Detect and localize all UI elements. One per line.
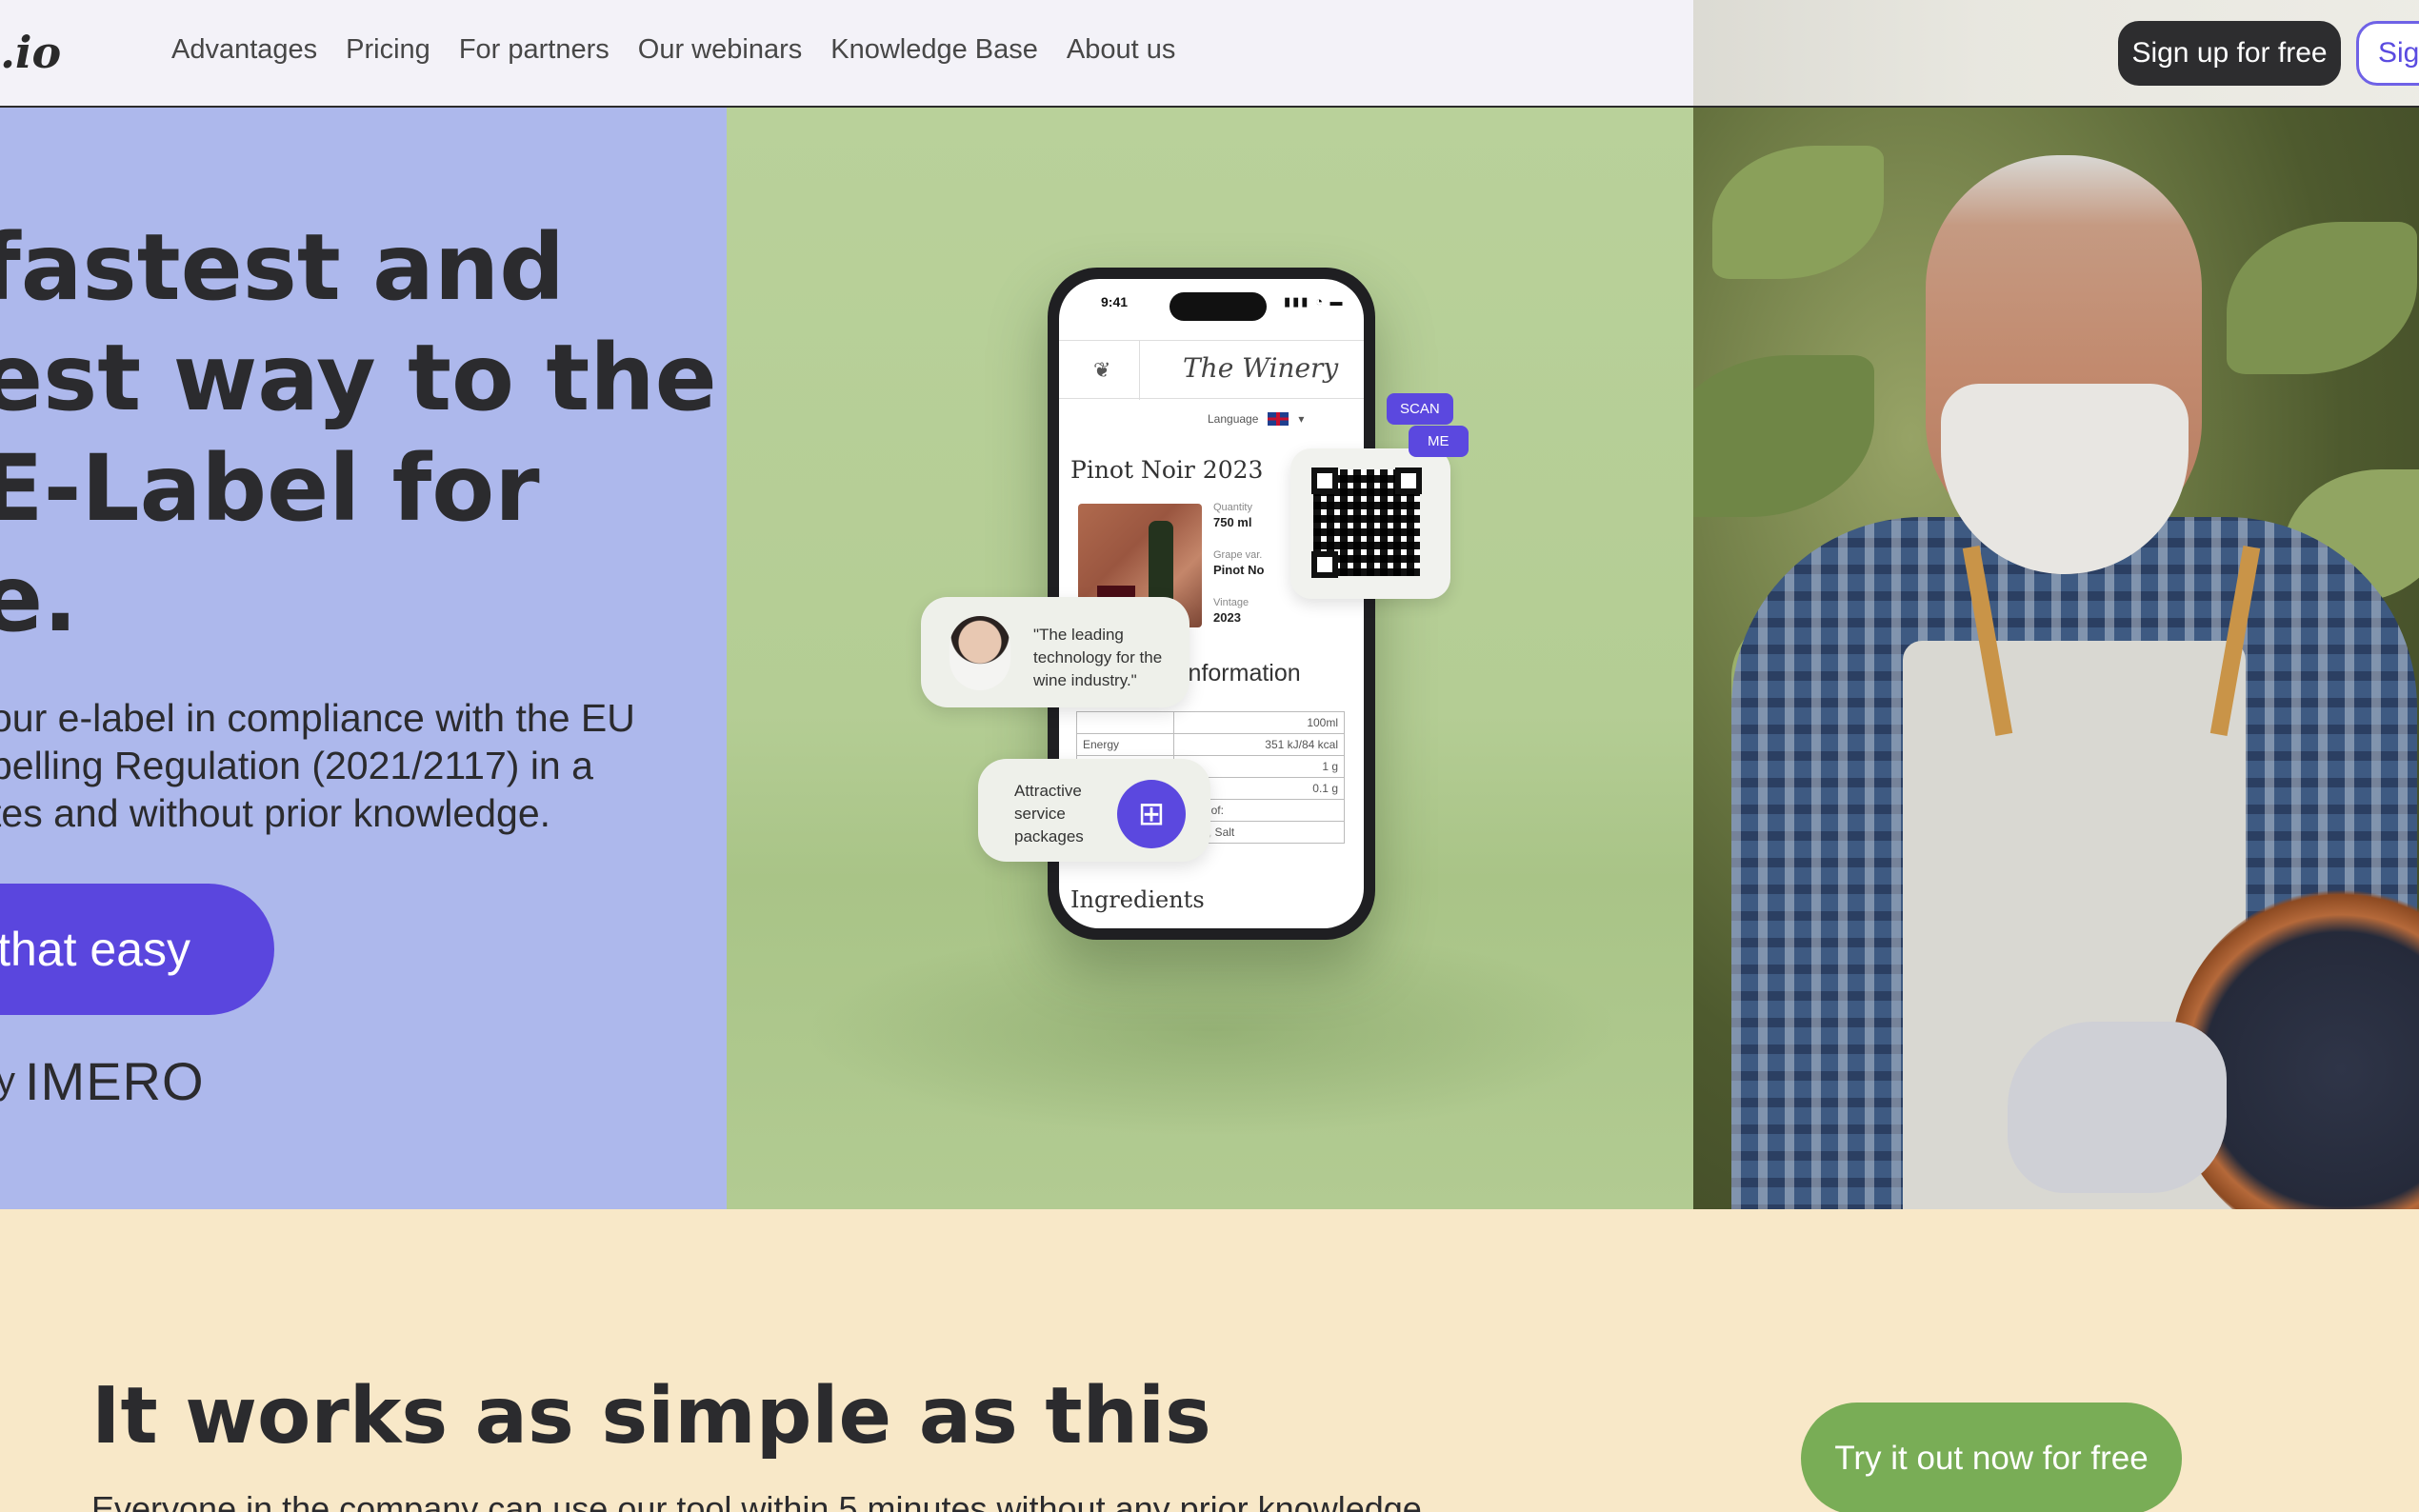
vine-leaf	[1693, 355, 1874, 517]
service-line: packages	[1014, 827, 1084, 846]
site-logo[interactable]: .io	[0, 27, 61, 78]
nav-link-for-partners[interactable]: For partners	[459, 34, 610, 66]
status-icons: ▮▮▮ ◔ ▬	[1284, 294, 1345, 308]
avatar	[950, 616, 1010, 690]
brand-byline: y IMERO	[0, 1050, 205, 1112]
meta-label: Quantity	[1213, 502, 1252, 513]
language-selector[interactable]: Language ▾	[1208, 412, 1304, 426]
service-line: Attractive	[1014, 782, 1082, 800]
nav-link-our-webinars[interactable]: Our webinars	[638, 34, 802, 66]
table-cell	[1076, 711, 1174, 734]
section-subtitle: Everyone in the company can use our tool…	[91, 1489, 1431, 1512]
hero-subtitle: our e-label in compliance with the EU pe…	[0, 694, 714, 837]
winery-header: ❦ The Winery	[1059, 340, 1364, 400]
service-packages-card: Attractive service packages ⊞	[978, 759, 1210, 862]
try-free-button[interactable]: Try it out now for free	[1801, 1403, 2182, 1512]
vine-leaf	[1712, 146, 1884, 279]
dynamic-island	[1170, 292, 1267, 321]
service-line: service	[1014, 805, 1066, 823]
hero-subtitle-line: tes and without prior knowledge.	[0, 791, 551, 835]
quote-line: "The leading	[1033, 626, 1124, 644]
table-cell: 351 kJ/84 kcal	[1172, 733, 1346, 756]
section-title: It works as simple as this	[91, 1371, 1211, 1462]
language-label: Language	[1208, 412, 1259, 426]
hero-subtitle-line: pelling Regulation (2021/2117) in a	[0, 744, 593, 787]
nav-link-knowledge-base[interactable]: Knowledge Base	[830, 34, 1038, 66]
nav-link-about-us[interactable]: About us	[1067, 34, 1175, 66]
information-heading: information	[1183, 660, 1301, 686]
meta-label: Vintage	[1213, 597, 1249, 608]
signup-button[interactable]: Sign up for free	[2118, 21, 2341, 86]
imero-logo[interactable]: IMERO	[25, 1050, 205, 1112]
vine-leaf	[2227, 222, 2417, 374]
table-cell: 100ml	[1172, 711, 1346, 734]
grid-icon: ⊞	[1137, 796, 1166, 832]
ingredients-heading: Ingredients	[1070, 886, 1205, 913]
winemaker-photo	[1693, 108, 2419, 1209]
hero-subtitle-line: our e-label in compliance with the EU	[0, 696, 635, 740]
hero-phone-panel: 9:41 ▮▮▮ ◔ ▬ ❦ The Winery Language ▾ Pin…	[727, 108, 1693, 1209]
table-row: 100ml	[1076, 711, 1346, 734]
hero-title-line: e.	[0, 546, 78, 652]
qr-corner-marker	[1311, 551, 1338, 578]
nav-link-pricing[interactable]: Pricing	[346, 34, 430, 66]
testimonial-card: "The leading technology for the wine ind…	[921, 597, 1190, 707]
hero-title: fastest and est way to the E-Label for e…	[0, 212, 717, 654]
quote-line: wine industry."	[1033, 671, 1137, 689]
qr-corner-marker	[1395, 468, 1422, 494]
qr-code-card	[1290, 448, 1450, 599]
hero-text-panel: fastest and est way to the E-Label for e…	[0, 108, 727, 1209]
signin-button[interactable]: Sign	[2356, 21, 2419, 86]
byline-prefix: y	[0, 1060, 15, 1102]
header-divider	[1139, 341, 1140, 400]
scan-badge: SCAN	[1387, 393, 1453, 425]
quote-line: technology for the	[1033, 648, 1163, 666]
floor-shadow	[803, 926, 1622, 1136]
qr-corner-marker	[1311, 468, 1338, 494]
top-navbar: .io Advantages Pricing For partners Our …	[0, 0, 2419, 108]
meta-label: Grape var.	[1213, 549, 1263, 561]
table-row: Energy 351 kJ/84 kcal	[1076, 733, 1346, 756]
me-badge: ME	[1409, 426, 1469, 457]
status-time: 9:41	[1101, 294, 1129, 309]
hero-title-line: E-Label for	[0, 435, 540, 542]
chevron-down-icon: ▾	[1298, 412, 1305, 426]
wine-title: Pinot Noir 2023	[1070, 456, 1264, 484]
phone-status-bar: 9:41 ▮▮▮ ◔ ▬	[1059, 279, 1364, 323]
main-nav: Advantages Pricing For partners Our webi…	[171, 34, 1175, 66]
winery-name: The Winery	[1183, 352, 1339, 384]
hero-title-line: est way to the	[0, 325, 717, 431]
grape-icon: ❦	[1093, 358, 1111, 382]
nav-link-advantages[interactable]: Advantages	[171, 34, 317, 66]
hero-title-line: fastest and	[0, 214, 565, 321]
meta-value: 2023	[1213, 610, 1241, 625]
table-cell: Energy	[1076, 733, 1174, 756]
testimonial-quote: "The leading technology for the wine ind…	[1033, 624, 1186, 692]
service-text: Attractive service packages	[1014, 780, 1084, 848]
hero-cta-button[interactable]: that easy	[0, 884, 274, 1015]
work-glove	[2008, 1022, 2227, 1193]
uk-flag-icon	[1268, 412, 1289, 426]
service-grid-button[interactable]: ⊞	[1117, 780, 1186, 848]
